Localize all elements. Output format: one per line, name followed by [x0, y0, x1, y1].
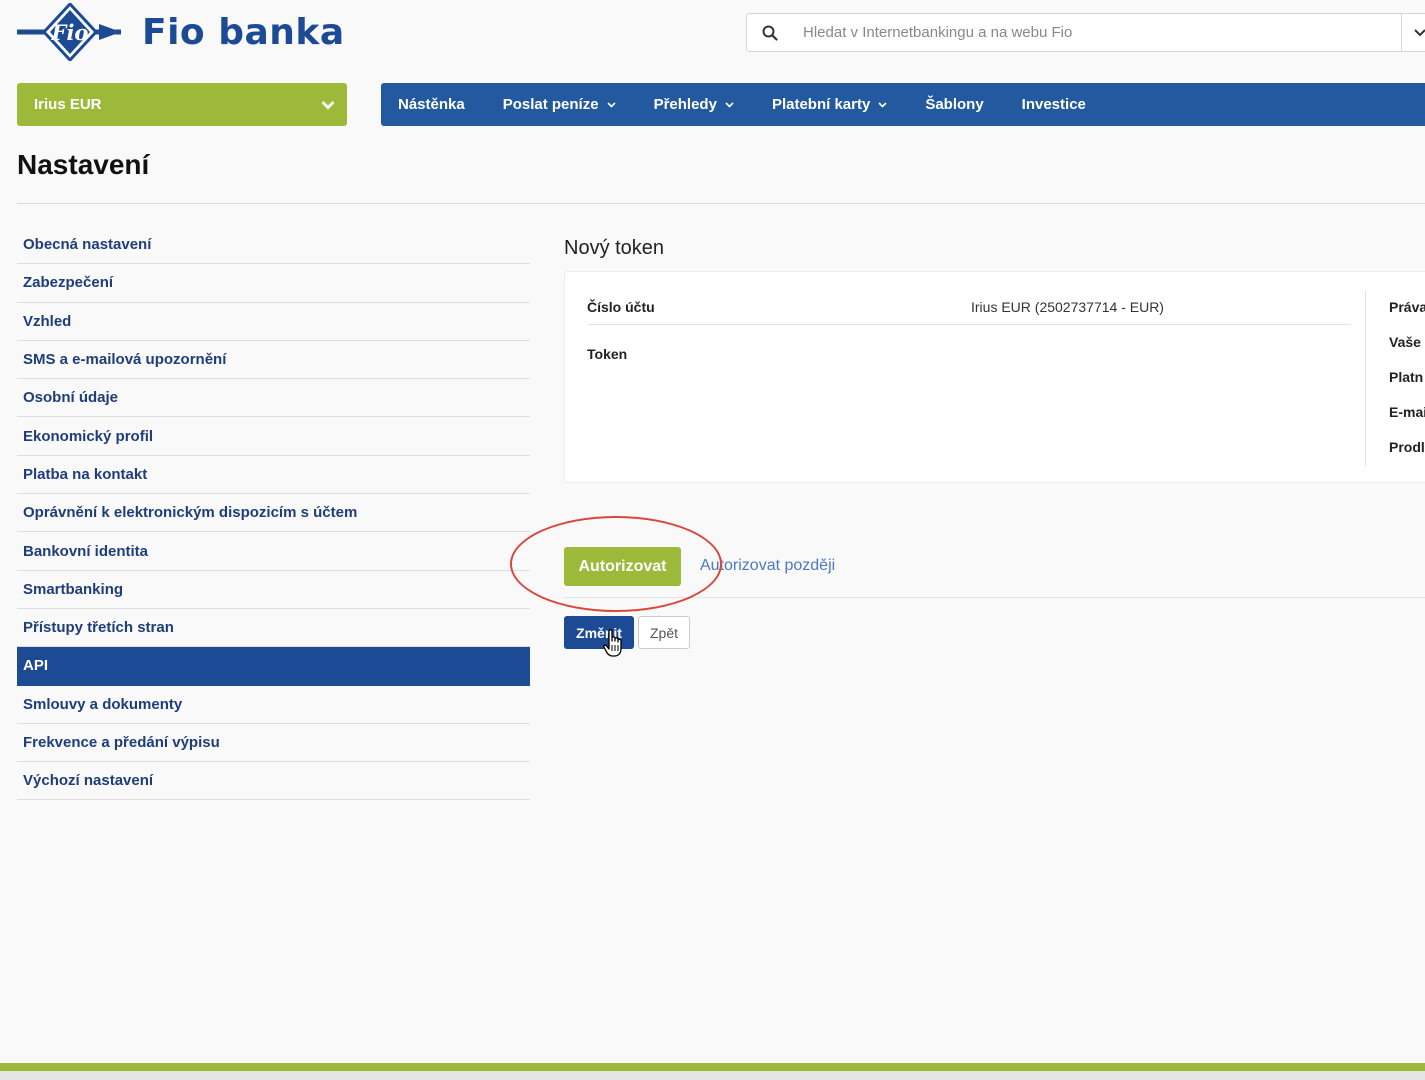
nav-item-sablony[interactable]: Šablony: [906, 83, 1002, 126]
rights-label: Práva: [1389, 299, 1425, 315]
account-number-value: Irius EUR (2502737714 - EUR): [971, 299, 1164, 315]
main-nav: Nástěnka Poslat peníze Přehledy Platební…: [381, 83, 1425, 126]
settings-sidebar: Obecná nastavení Zabezpečení Vzhled SMS …: [17, 226, 530, 801]
account-number-label: Číslo účtu: [587, 299, 655, 315]
sidebar-item-api[interactable]: API: [17, 647, 530, 686]
nav-item-label: Přehledy: [653, 96, 717, 113]
sidebar-item-sms-email[interactable]: SMS a e-mailová upozornění: [17, 341, 530, 380]
brand-name: Fio banka: [142, 11, 345, 53]
account-select[interactable]: Irius EUR: [17, 83, 347, 126]
nav-item-poslat-penize[interactable]: Poslat peníze: [484, 83, 635, 126]
sidebar-item-smartbanking[interactable]: Smartbanking: [17, 571, 530, 609]
token-form-card: Číslo účtu Irius EUR (2502737714 - EUR) …: [564, 271, 1425, 483]
right-panel-label: Platn: [1389, 369, 1424, 385]
search-input[interactable]: [793, 17, 1383, 48]
logo-mark-text: Fio: [51, 20, 89, 45]
token-label: Token: [587, 346, 628, 362]
sidebar-item-platba-na-kontakt[interactable]: Platba na kontakt: [17, 456, 530, 495]
footer-strip: [0, 1071, 1425, 1080]
hand-cursor-icon: [603, 628, 625, 663]
divider: [587, 324, 1351, 325]
chevron-down-icon: [1414, 28, 1425, 36]
fio-logo-mark: Fio: [17, 1, 123, 63]
sidebar-item-vzhled[interactable]: Vzhled: [17, 303, 530, 341]
footer-accent-bar: [0, 1063, 1425, 1071]
fio-logo[interactable]: Fio Fio banka: [17, 1, 345, 63]
nav-item-platebni-karty[interactable]: Platební karty: [753, 83, 906, 126]
sidebar-item-vychozi-nastaveni[interactable]: Výchozí nastavení: [17, 762, 530, 801]
account-select-label: Irius EUR: [34, 96, 102, 113]
sidebar-item-pristupy-tretich-stran[interactable]: Přístupy třetích stran: [17, 609, 530, 648]
divider: [17, 203, 1425, 204]
search-box: [746, 13, 1425, 52]
authorize-later-link[interactable]: Autorizovat později: [700, 557, 835, 575]
right-panel-label: Vaše: [1389, 334, 1421, 350]
sidebar-item-bankovni-identita[interactable]: Bankovní identita: [17, 532, 530, 571]
authorize-button[interactable]: Autorizovat: [564, 547, 681, 586]
divider: [564, 597, 1425, 598]
nav-item-label: Poslat peníze: [502, 96, 599, 113]
chevron-down-icon: [606, 101, 616, 108]
right-panel-label: Prodl: [1389, 439, 1425, 455]
sidebar-item-obecna-nastaveni[interactable]: Obecná nastavení: [17, 226, 530, 265]
nav-item-label: Nástěnka: [398, 96, 465, 113]
chevron-down-icon: [725, 101, 734, 108]
chevron-down-icon: [321, 100, 335, 109]
back-button[interactable]: Zpět: [638, 616, 690, 649]
search-icon[interactable]: [747, 25, 793, 41]
nav-item-prehledy[interactable]: Přehledy: [635, 83, 753, 126]
sidebar-item-zabezpeceni[interactable]: Zabezpečení: [17, 264, 530, 303]
search-scope-dropdown[interactable]: [1401, 14, 1425, 51]
sidebar-item-smlouvy[interactable]: Smlouvy a dokumenty: [17, 686, 530, 724]
sidebar-item-osobni-udaje[interactable]: Osobní údaje: [17, 379, 530, 418]
right-panel-label: E-mai: [1389, 404, 1425, 420]
sidebar-item-frekvence[interactable]: Frekvence a předání výpisu: [17, 724, 530, 763]
nav-item-label: Šablony: [925, 96, 984, 113]
nav-item-nastenka[interactable]: Nástěnka: [381, 83, 484, 126]
page-title: Nastavení: [17, 149, 150, 180]
chevron-down-icon: [878, 101, 887, 108]
divider: [1365, 290, 1366, 466]
sidebar-item-opravneni[interactable]: Oprávnění k elektronickým dispozicím s ú…: [17, 494, 530, 533]
sidebar-item-ekonomicky-profil[interactable]: Ekonomický profil: [17, 417, 530, 456]
nav-item-label: Platební karty: [771, 96, 871, 113]
nav-item-investice[interactable]: Investice: [1003, 83, 1105, 126]
nav-item-label: Investice: [1021, 96, 1086, 113]
section-title: Nový token: [564, 237, 665, 259]
